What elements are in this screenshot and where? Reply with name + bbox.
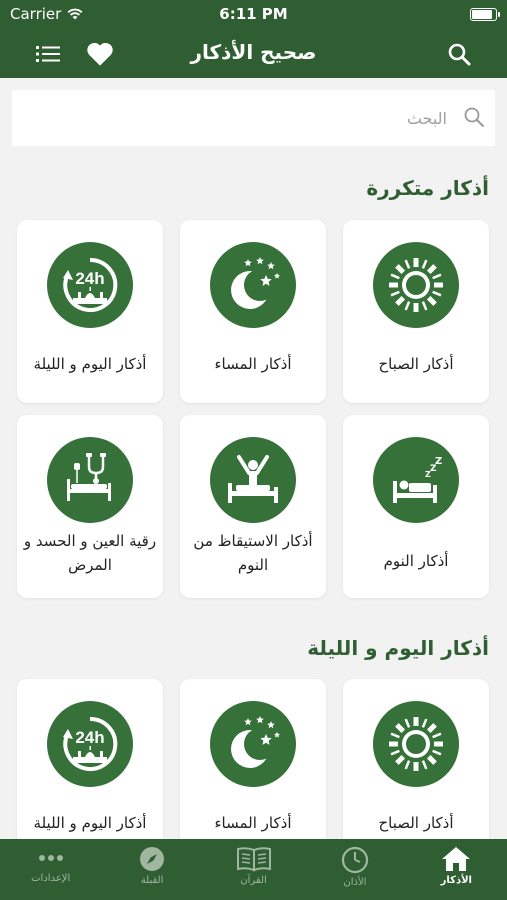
tab-label: القرآن	[240, 875, 267, 886]
moon-stars-icon	[210, 701, 296, 787]
search-input[interactable]	[47, 90, 447, 146]
svg-text:24h: 24h	[75, 269, 104, 288]
navigation-bar: صحيح الأذكار	[0, 30, 507, 78]
card-morning-adhkar[interactable]: أذكار الصباح	[343, 679, 489, 854]
sun-icon	[373, 701, 459, 787]
waking-up-icon	[210, 437, 296, 523]
card-ruqyah[interactable]: رقية العين و الحسد و المرض	[17, 415, 163, 598]
card-evening-adhkar[interactable]: أذكار المساء	[180, 679, 326, 854]
tab-settings[interactable]: الإعدادات	[0, 839, 101, 900]
card-label: أذكار الصباح	[378, 355, 454, 373]
card-waking-adhkar[interactable]: أذكار الاستيقاظ من النوم	[180, 415, 326, 598]
tab-label: الأذان	[343, 877, 367, 888]
hospital-bed-stethoscope-icon	[47, 437, 133, 523]
card-day-night-adhkar[interactable]: 24h أذكار اليوم و الليلة	[17, 220, 163, 403]
card-label: أذكار اليوم و الليلة	[33, 355, 147, 373]
book-icon	[236, 847, 271, 872]
svg-text:24h: 24h	[75, 728, 104, 747]
tab-label: الأذكار	[440, 875, 472, 886]
search-button[interactable]	[443, 38, 475, 70]
card-day-night-adhkar[interactable]: 24h أذكار اليوم و الليلة	[17, 679, 163, 854]
card-label: أذكار الاستيقاظ من النوم	[193, 532, 313, 574]
tab-label: القبلة	[140, 875, 164, 886]
tab-qibla[interactable]: القبلة	[101, 839, 202, 900]
card-label: رقية العين و الحسد و المرض	[23, 532, 157, 574]
page-title: صحيح الأذكار	[190, 40, 317, 64]
tab-adhan[interactable]: الأذان	[304, 839, 405, 900]
svg-text:Z: Z	[435, 456, 442, 467]
tab-label: الإعدادات	[31, 873, 71, 884]
card-label: أذكار الصباح	[378, 814, 454, 832]
status-bar: Carrier 6:11 PM	[0, 0, 507, 30]
home-icon	[442, 847, 471, 871]
tab-quran[interactable]: القرآن	[203, 839, 304, 900]
search-icon	[448, 43, 471, 66]
card-morning-adhkar[interactable]: أذكار الصباح	[343, 220, 489, 403]
card-label: أذكار المساء	[214, 355, 292, 373]
card-evening-adhkar[interactable]: أذكار المساء	[180, 220, 326, 403]
section-title-day-night: أذكار اليوم و الليلة	[307, 636, 489, 660]
card-label: أذكار النوم	[383, 552, 449, 570]
card-label: أذكار المساء	[214, 814, 292, 832]
card-sleep-adhkar[interactable]: ZZZ أذكار النوم	[343, 415, 489, 598]
moon-stars-icon	[210, 242, 296, 328]
more-icon	[38, 855, 63, 861]
tab-adhkar[interactable]: الأذكار	[406, 839, 507, 900]
sun-icon	[373, 242, 459, 328]
section-title-recurring: أذكار متكررة	[366, 176, 489, 200]
compass-icon	[140, 847, 165, 871]
clock-time: 6:11 PM	[219, 5, 288, 23]
tab-bar: الإعدادات القبلة القرآن الأذان الأذكار	[0, 839, 507, 900]
24h-mosque-icon: 24h	[47, 701, 133, 787]
battery-icon	[470, 8, 500, 21]
search-icon	[464, 107, 484, 127]
clock-icon	[341, 846, 369, 874]
card-label: أذكار اليوم و الليلة	[33, 814, 147, 832]
sleeping-bed-icon: ZZZ	[373, 437, 459, 523]
battery-fill	[472, 10, 492, 19]
search-bar	[12, 90, 495, 146]
24h-mosque-icon: 24h	[47, 242, 133, 328]
